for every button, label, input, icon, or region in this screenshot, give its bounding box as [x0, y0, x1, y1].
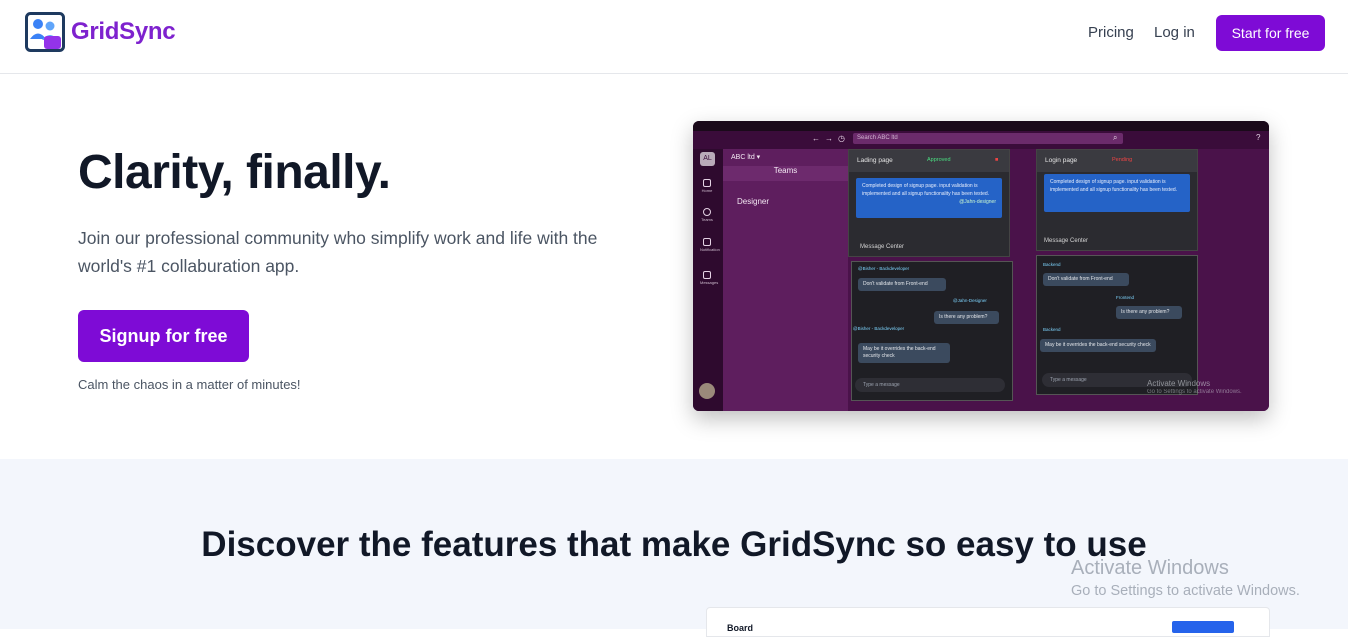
brand-logo[interactable]: GridSync: [25, 12, 176, 52]
app-preview-screenshot: ← → ◷ Search ABC ltd ⌕ ? AL Home Teams N…: [693, 121, 1269, 411]
preview-search: Search ABC ltd: [853, 133, 1123, 144]
logo-icon: [25, 12, 65, 52]
preview-team-designer: Designer: [737, 197, 770, 206]
chat-message: Don't validate from Front-end: [1043, 273, 1129, 286]
preview-bell-icon: Notification: [700, 238, 720, 252]
chat-message: Don't validate from Front-end: [858, 278, 946, 291]
chat-input: Type a message: [855, 378, 1005, 392]
history-icon: ◷: [838, 134, 845, 143]
chat-sender: Backend: [1043, 327, 1061, 332]
nav-pricing-link[interactable]: Pricing: [1088, 24, 1134, 41]
chat-message: Is there any problem?: [934, 311, 999, 324]
preview-sidebar: [723, 149, 848, 411]
signup-button[interactable]: Signup for free: [78, 310, 249, 362]
search-icon: ⌕: [1113, 133, 1118, 142]
preview-user-avatar: [699, 383, 715, 399]
board-preview: Board: [706, 607, 1270, 637]
task-description: Completed design of signup page. input v…: [856, 178, 1002, 218]
preview-org-avatar: AL: [700, 152, 715, 166]
windows-activation-watermark: Activate Windows Go to Settings to activ…: [1071, 557, 1300, 599]
status-approved: Approved: [927, 157, 951, 163]
message-center-label: Message Center: [1044, 238, 1089, 244]
task-description: Completed design of signup page. input v…: [1044, 174, 1190, 212]
delete-icon: ■: [995, 157, 999, 163]
preview-titlebar: [693, 121, 1269, 131]
chat-sender: Frontend: [1116, 295, 1135, 300]
chat-message: May be it overrides the back-end securit…: [858, 343, 950, 363]
status-pending: Pending: [1112, 157, 1133, 163]
chat-sender: @Bisher - Backdeveloper: [853, 326, 905, 331]
preview-teams-icon: Teams: [700, 208, 714, 222]
preview-chat-icon: Messages: [700, 271, 718, 285]
chat-message: Is there any problem?: [1116, 306, 1182, 319]
brand-name: GridSync: [71, 18, 176, 45]
features-section: Discover the features that make GridSync…: [0, 459, 1348, 637]
preview-activation-watermark: Activate Windows: [1147, 379, 1211, 388]
preview-activation-watermark-sub: Go to Settings to activate Windows.: [1147, 389, 1242, 395]
help-icon: ?: [1256, 133, 1261, 142]
board-title: Board: [727, 623, 754, 633]
chat-sender: Backend: [1043, 262, 1061, 267]
preview-teams-header: Teams: [723, 166, 848, 181]
start-for-free-button[interactable]: Start for free: [1216, 15, 1325, 51]
chat-sender: @Jahn-Designer: [953, 298, 987, 303]
nav-login-link[interactable]: Log in: [1154, 24, 1195, 41]
message-center-label: Message Center: [860, 244, 905, 250]
preview-org-name: ABC ltd ▾: [731, 154, 761, 161]
hero-title: Clarity, finally.: [78, 146, 391, 199]
back-arrow-icon: ←: [812, 134, 820, 143]
preview-home-icon: Home: [700, 179, 714, 193]
chat-sender: @Bisher - Backdeveloper: [858, 266, 910, 271]
forward-arrow-icon: →: [825, 134, 833, 143]
hero-note: Calm the chaos in a matter of minutes!: [78, 377, 301, 392]
chat-message: May be it overrides the back-end securit…: [1040, 339, 1156, 352]
hero-subtitle: Join our professional community who simp…: [78, 228, 598, 276]
board-action-button: [1172, 621, 1234, 633]
top-nav: GridSync Pricing Log in Start for free: [0, 0, 1348, 74]
